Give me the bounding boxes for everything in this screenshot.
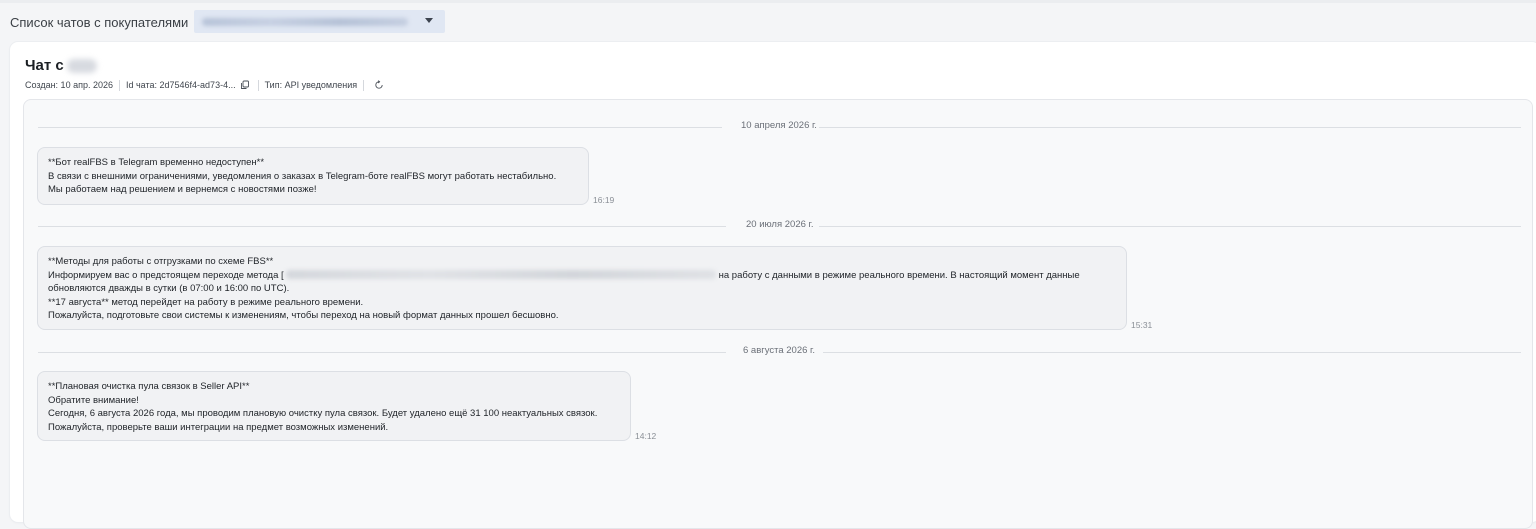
breadcrumb-chat-list-link[interactable]: Список чатов с покупателями: [10, 15, 188, 30]
message-time: 15:31: [1131, 320, 1153, 330]
chat-created-date: Создан: 10 апр. 2026: [25, 80, 113, 90]
chat-meta: Создан: 10 апр. 2026 Id чата: 2d7546f4-a…: [25, 78, 386, 92]
copy-icon[interactable]: [240, 79, 252, 91]
message-line: Обратите внимание!: [48, 394, 139, 406]
message-time: 16:19: [593, 195, 615, 205]
chat-id: Id чата: 2d7546f4-ad73-4...: [125, 80, 236, 90]
separator-line: [819, 226, 1521, 227]
top-border: [0, 0, 1536, 3]
message-line: **17 августа** метод перейдет на работу …: [48, 296, 364, 308]
caret-down-icon: [425, 18, 433, 23]
chat-card: Чат с Создан: 10 апр. 2026 Id чата: 2d75…: [10, 42, 1536, 529]
message-time: 14:12: [635, 431, 657, 441]
separator-line: [38, 352, 726, 353]
message-line: **Методы для работы с отгрузками по схем…: [48, 256, 274, 267]
day-separator-label: 6 августа 2026 г.: [743, 345, 815, 356]
chat-type: Тип: API уведомления: [264, 80, 358, 90]
refresh-icon[interactable]: [374, 79, 386, 91]
redacted-customer-name: [66, 58, 97, 73]
message-text: Информируем вас о предстоящем переходе м…: [48, 269, 284, 281]
chat-messages-area[interactable]: 10 апреля 2026 г. **Бот realFBS в Telegr…: [23, 99, 1533, 529]
message-text: на работу с данными в режиме реального в…: [718, 269, 1080, 281]
message-line: **Бот realFBS в Telegram временно недост…: [48, 157, 265, 168]
day-separator: 10 апреля 2026 г.: [38, 120, 1521, 134]
message-line: В связи с внешними ограничениями, уведом…: [48, 170, 557, 182]
message-line: Мы работаем над решением и вернемся с но…: [48, 184, 317, 195]
message-bubble: **Методы для работы с отгрузками по схем…: [37, 246, 1127, 330]
meta-divider: [118, 79, 120, 91]
message-line-with-redaction: Информируем вас о предстоящем переходе м…: [48, 269, 1116, 283]
redacted-selected-value: [202, 17, 408, 26]
day-separator-label: 10 апреля 2026 г.: [741, 120, 817, 131]
message-line: Сегодня, 6 августа 2026 года, мы проводи…: [48, 408, 598, 419]
message-line: **Плановая очистка пула связок в Seller …: [48, 381, 250, 392]
message-bubble: **Плановая очистка пула связок в Seller …: [37, 371, 631, 441]
separator-line: [819, 127, 1521, 128]
redacted-method-link: [285, 270, 716, 280]
message-line: Пожалуйста, подготовьте свои системы к и…: [48, 310, 559, 321]
message-line: обновляются дважды в сутки (в 07:00 и 16…: [48, 283, 290, 294]
message-line: Пожалуйста, проверьте ваши интеграции на…: [48, 421, 389, 433]
day-separator: 20 июля 2026 г.: [38, 219, 1521, 233]
meta-divider: [257, 79, 259, 91]
separator-line: [38, 226, 726, 227]
day-separator-label: 20 июля 2026 г.: [746, 219, 814, 230]
breadcrumb: Список чатов с покупателями: [10, 11, 210, 33]
chat-selector-dropdown[interactable]: [194, 10, 445, 33]
chat-title-prefix: Чат с: [25, 57, 64, 74]
message-bubble: **Бот realFBS в Telegram временно недост…: [37, 147, 589, 205]
separator-line: [823, 352, 1521, 353]
day-separator: 6 августа 2026 г.: [38, 345, 1521, 359]
separator-line: [38, 127, 722, 128]
chat-title: Чат с: [25, 57, 97, 74]
meta-divider: [363, 79, 365, 91]
